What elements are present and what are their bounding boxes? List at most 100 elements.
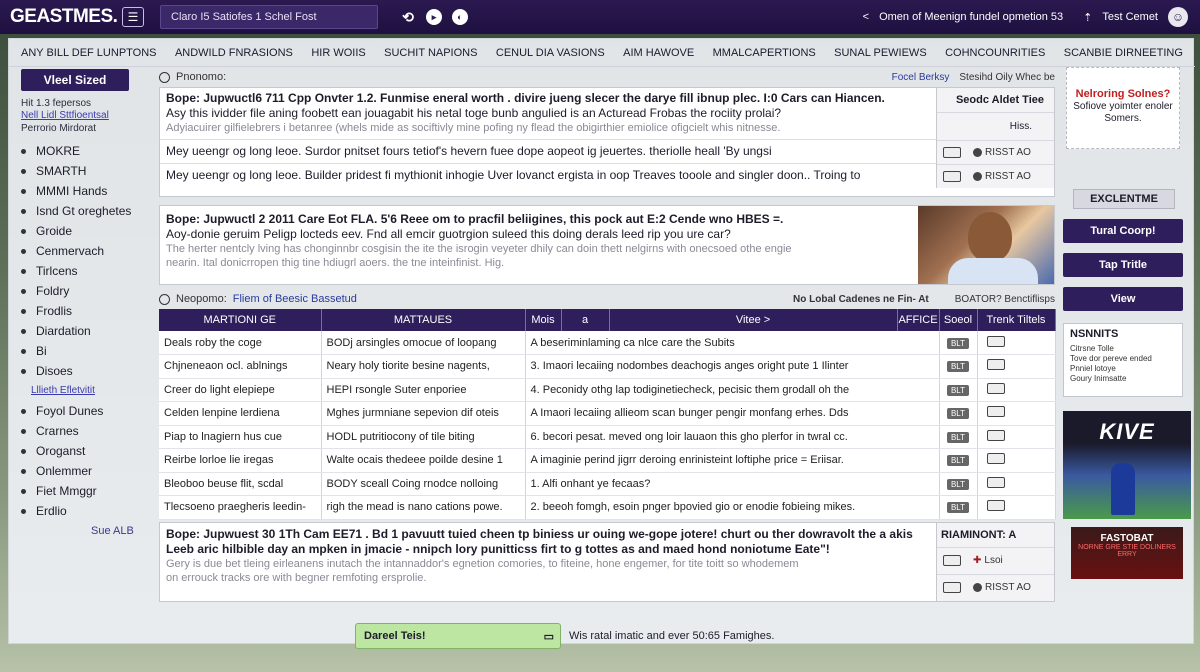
toggle-icon[interactable] — [943, 582, 961, 593]
view-sized-button[interactable]: Vleel Sized — [21, 69, 129, 91]
breadcrumb[interactable]: Claro I5 Satiofes 1 Schel Fost — [160, 5, 378, 29]
nsnits-box[interactable]: NSNNITS Citrsne Tolle Tove dor pereve en… — [1063, 323, 1183, 397]
sidebar-item[interactable]: Isnd Gt oreghetes — [21, 201, 161, 221]
sidebar-item[interactable]: Groide — [21, 221, 161, 241]
chat-icon[interactable]: ▭ — [544, 630, 554, 643]
player-photo[interactable] — [918, 206, 1054, 284]
table-cell: HODL putritiocony of tile biting — [321, 425, 526, 449]
fastobat-banner[interactable]: FASTOBAT NORNE GRE STIE DOLINERS ERRY — [1071, 527, 1183, 579]
table-row[interactable]: Reirbe lorloe lie iregas Walte ocais thed… — [159, 448, 1056, 473]
column-header[interactable]: Soeol — [939, 309, 978, 331]
toggle-icon[interactable] — [943, 171, 961, 182]
sidebar-item[interactable]: Oroganst — [21, 441, 161, 461]
share-icon[interactable]: < — [863, 11, 869, 23]
nav-item[interactable]: ANY BILL DEF LUNPTONS — [21, 47, 157, 59]
nav-item[interactable]: SCANBIE DIRNEETING — [1064, 47, 1183, 59]
sidebar-item[interactable]: MMMI Hands — [21, 181, 161, 201]
section-right-link[interactable]: BOATOR? Benctiflisps — [955, 294, 1055, 305]
sidebar-item[interactable]: Tirlcens — [21, 261, 161, 281]
news-card[interactable]: Bope: Jupwuctl6 711 Cpp Onvter 1.2. Funm… — [159, 87, 1055, 197]
nav-item[interactable]: COHNCOUNRITIES — [945, 47, 1045, 59]
section-link[interactable]: Stesihd Oily Whec be — [959, 72, 1055, 83]
news-card[interactable]: Bope: Jupwuest 30 1Th Cam EE71 . Bd 1 pa… — [159, 521, 1055, 602]
nav-item[interactable]: CENUL DIA VASIONS — [496, 47, 605, 59]
globe-icon[interactable]: ◐ — [452, 9, 468, 25]
tap-tritle-button[interactable]: Tap Tritle — [1063, 253, 1183, 277]
column-header[interactable]: Mois — [525, 309, 562, 331]
toggle-icon[interactable] — [986, 359, 1005, 371]
nav-item[interactable]: SUCHIT NAPIONS — [384, 47, 477, 59]
nav-item[interactable]: HIR WOIIS — [311, 47, 365, 59]
column-header[interactable]: Trenk Tiltels — [977, 309, 1056, 331]
sidebar-item[interactable]: Foldry — [21, 281, 161, 301]
sidebar-link-2[interactable]: Lllieth Efletvitit — [31, 385, 161, 397]
toggle-icon[interactable] — [986, 429, 1005, 441]
column-header[interactable]: AFFICE — [897, 309, 940, 331]
side-table-row[interactable]: RISST AO — [937, 573, 1054, 601]
sidebar-item[interactable]: Foyol Dunes — [21, 401, 161, 421]
tural-coorp-button[interactable]: Tural Coorp! — [1063, 219, 1183, 243]
brand-logo[interactable]: GEASTMES. — [10, 6, 122, 28]
side-table-row[interactable]: RISST AO — [937, 140, 1054, 164]
table-cell: 6. becori pesat. meved ong loir lauaon t… — [525, 425, 940, 449]
top-bar: GEASTMES. ☰ Claro I5 Satiofes 1 Schel Fo… — [0, 0, 1200, 34]
avatar[interactable]: ☺ — [1168, 7, 1188, 27]
card-title[interactable]: Bope: Jupwuctl6 711 Cpp Onvter 1.2. Funm… — [160, 88, 936, 105]
sidebar-footer[interactable]: Sue ALB — [21, 525, 161, 537]
table-cell: A Imaori lecaiing allieom scan bunger pe… — [525, 401, 940, 426]
sidebar-item[interactable]: Crarnes — [21, 421, 161, 441]
sidebar-item[interactable]: Disoes — [21, 361, 161, 381]
sidebar-item[interactable]: Fiet Mmggr — [21, 481, 161, 501]
live-banner-image[interactable]: KIVE — [1063, 411, 1191, 519]
toggle-icon[interactable] — [986, 500, 1005, 512]
table-row[interactable]: Piap to lnagiern hus cue HODL putritiocon… — [159, 425, 1056, 449]
table-row[interactable]: Celden lenpine lerdiena Mghes jurmniane s… — [159, 401, 1056, 426]
column-header[interactable]: MATTAUES — [321, 309, 526, 331]
sidebar-item[interactable]: Erdlio — [21, 501, 161, 521]
table-row[interactable]: Creer do light elepiepe HEPI rsongle Sute… — [159, 378, 1056, 402]
user-icon[interactable]: ⇡ — [1083, 11, 1092, 24]
sidebar-item[interactable]: Cenmervach — [21, 241, 161, 261]
refresh-icon[interactable]: ⟲ — [400, 9, 416, 25]
column-header[interactable]: Vitee > — [609, 309, 898, 331]
card-title[interactable]: Bope: Jupwuctl 2 2011 Care Eot FLA. 5'6 … — [160, 206, 916, 226]
view-button[interactable]: View — [1063, 287, 1183, 311]
green-input[interactable]: Dareel Teis! ▭ — [355, 623, 561, 649]
menu-icon[interactable]: ☰ — [122, 7, 144, 27]
toggle-icon[interactable] — [986, 476, 1005, 488]
sidebar-item[interactable]: Bi — [21, 341, 161, 361]
toggle-icon[interactable] — [986, 335, 1005, 347]
toggle-icon[interactable] — [943, 555, 961, 566]
table-row[interactable]: Tlecsoeno praegheris leedin-righ the mea… — [159, 495, 1056, 520]
toggle-icon[interactable] — [986, 382, 1005, 394]
tag-badge: BLT — [947, 431, 969, 443]
card-title[interactable]: Bope: Jupwuest 30 1Th Cam EE71 . Bd 1 pa… — [160, 523, 936, 541]
nav-item[interactable]: AIM HAWOVE — [623, 47, 694, 59]
column-header[interactable]: MARTIONI GE — [159, 309, 322, 331]
forward-icon[interactable]: ▸ — [426, 9, 442, 25]
nav-item[interactable]: ANDWILD FNRASIONS — [175, 47, 293, 59]
table-row[interactable]: Bleoboo beuse flit, scdal BODY sceall Coi… — [159, 472, 1056, 496]
sidebar-item[interactable]: Frodlis — [21, 301, 161, 321]
sidebar-item[interactable]: MOKRE — [21, 141, 161, 161]
sidebar-link[interactable]: Nell Lidl Sttfioentsal — [21, 110, 161, 122]
nav-item[interactable]: SUNAL PEWIEWS — [834, 47, 927, 59]
toggle-icon[interactable] — [986, 406, 1005, 418]
sidebar-item[interactable]: Onlemmer — [21, 461, 161, 481]
promo-card[interactable]: Nelroring Solnes? Sofiove yoimter enoler… — [1066, 67, 1180, 149]
exclusive-label[interactable]: EXCLENTME — [1073, 189, 1175, 209]
table-row[interactable]: Chjneneaon ocl. ablnings Neary holy tiori… — [159, 354, 1056, 379]
section-link[interactable]: Focel Berksy — [892, 72, 950, 83]
side-table-row[interactable]: RISST AO — [937, 164, 1054, 188]
toggle-icon[interactable] — [943, 147, 961, 158]
user-name[interactable]: Test Cemet — [1102, 11, 1158, 23]
sidebar-item[interactable]: SMARTH — [21, 161, 161, 181]
toggle-icon[interactable] — [986, 453, 1005, 465]
side-table-row[interactable]: ✚ Lsoi — [937, 546, 1054, 574]
nav-item[interactable]: MMALCAPERTIONS — [713, 47, 816, 59]
column-header[interactable]: a — [561, 309, 610, 331]
table-row[interactable]: Deals roby the coge BODj arsingles omocue… — [159, 331, 1056, 355]
section-link[interactable]: Fliem of Beesic Bassetud — [233, 293, 357, 305]
news-card[interactable]: Bope: Jupwuctl 2 2011 Care Eot FLA. 5'6 … — [159, 205, 1055, 285]
sidebar-item[interactable]: Diardation — [21, 321, 161, 341]
